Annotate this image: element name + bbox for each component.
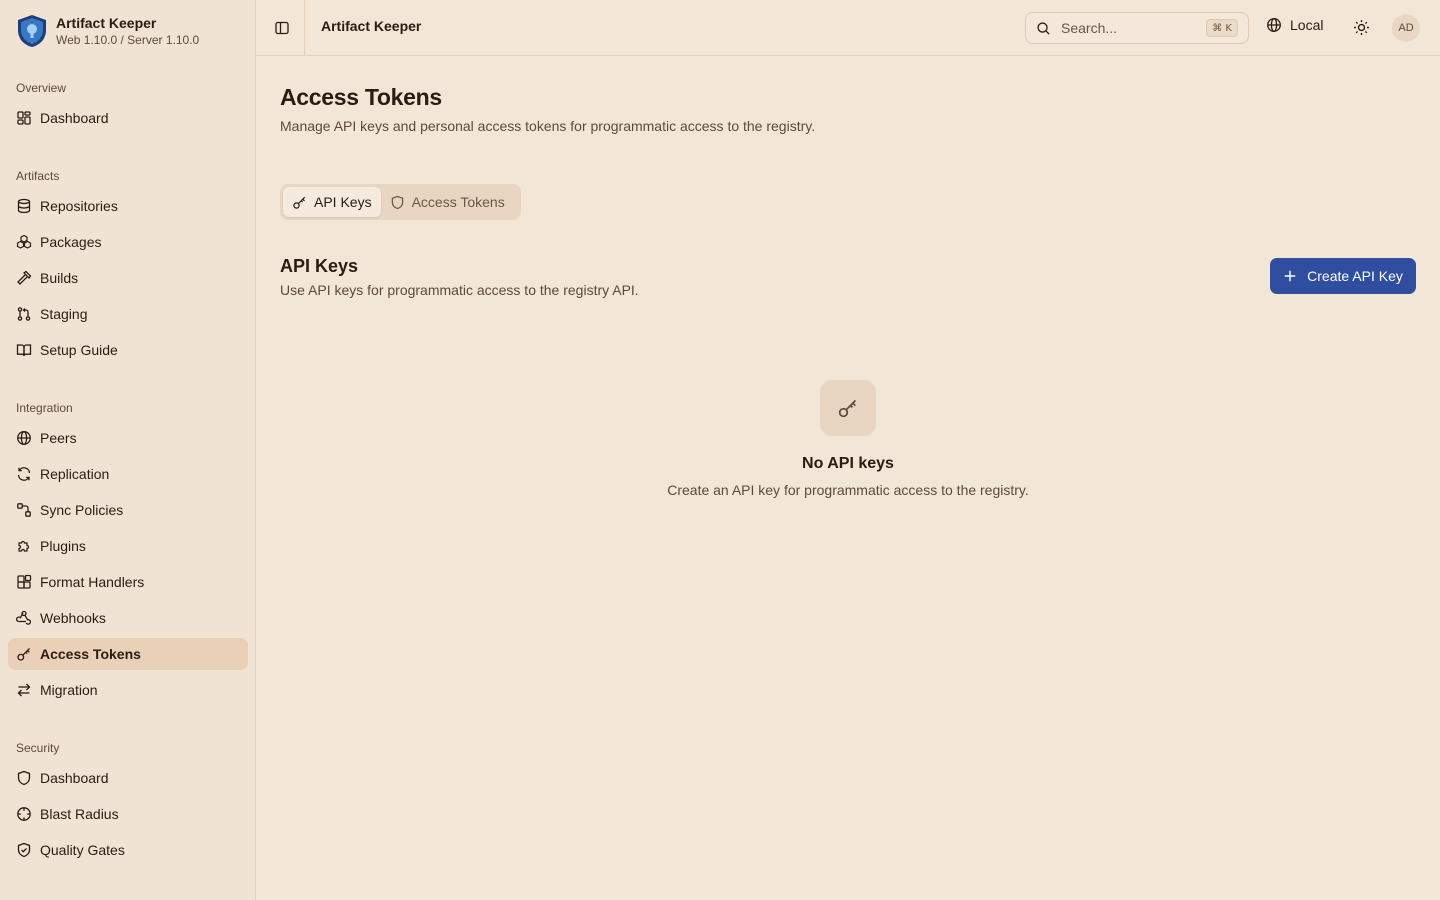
search-placeholder: Search... bbox=[1061, 20, 1118, 36]
sidebar-item-label: Staging bbox=[40, 306, 88, 322]
shield-icon bbox=[16, 770, 32, 786]
tab-list: API Keys Access Tokens bbox=[280, 184, 521, 220]
nav-heading: Artifacts bbox=[16, 169, 60, 183]
search-icon bbox=[1036, 21, 1051, 36]
sidebar-item-label: Plugins bbox=[40, 538, 86, 554]
shield-logo-icon bbox=[18, 15, 46, 47]
database-icon bbox=[16, 198, 32, 214]
nav-heading: Overview bbox=[16, 81, 67, 95]
nav-section-integration: Integration Peers Replication Sync Polic… bbox=[8, 398, 248, 706]
sidebar-item-builds[interactable]: Builds bbox=[8, 262, 248, 294]
sidebar-item-label: Repositories bbox=[40, 198, 118, 214]
create-api-key-label: Create API Key bbox=[1307, 268, 1403, 284]
brand-name: Artifact Keeper bbox=[56, 14, 157, 31]
section-description: Use API keys for programmatic access to … bbox=[280, 282, 639, 298]
sidebar-item-repositories[interactable]: Repositories bbox=[8, 190, 248, 222]
sidebar-item-dashboard[interactable]: Dashboard bbox=[8, 102, 248, 134]
topbar-title: Artifact Keeper bbox=[321, 18, 422, 34]
sidebar-item-label: Setup Guide bbox=[40, 342, 118, 358]
sidebar-item-peers[interactable]: Peers bbox=[8, 422, 248, 454]
packages-icon bbox=[16, 234, 32, 250]
avatar[interactable]: AD bbox=[1392, 14, 1420, 42]
tab-label: Access Tokens bbox=[411, 194, 505, 210]
route-icon bbox=[16, 502, 32, 518]
sidebar-item-label: Webhooks bbox=[40, 610, 106, 626]
nav-heading: Security bbox=[16, 741, 60, 755]
nav-section-security: Security Dashboard Blast Radius Quality … bbox=[8, 738, 248, 866]
tab-api-keys[interactable]: API Keys bbox=[283, 187, 381, 217]
page-title: Access Tokens bbox=[280, 84, 442, 110]
sidebar-item-plugins[interactable]: Plugins bbox=[8, 530, 248, 562]
sun-icon bbox=[1354, 20, 1369, 35]
shield-check-icon bbox=[16, 842, 32, 858]
crosshair-icon bbox=[16, 806, 32, 822]
empty-state-description: Create an API key for programmatic acces… bbox=[667, 482, 1029, 498]
sidebar-item-label: Blast Radius bbox=[40, 806, 119, 822]
sidebar-item-label: Quality Gates bbox=[40, 842, 125, 858]
page-description: Manage API keys and personal access toke… bbox=[280, 118, 816, 134]
create-api-key-button[interactable]: Create API Key bbox=[1270, 258, 1416, 294]
dashboard-icon bbox=[16, 110, 32, 126]
sidebar-item-packages[interactable]: Packages bbox=[8, 226, 248, 258]
sidebar-item-label: Dashboard bbox=[40, 770, 109, 786]
sidebar-item-label: Peers bbox=[40, 430, 77, 446]
shield-icon bbox=[391, 195, 403, 209]
tab-access-tokens[interactable]: Access Tokens bbox=[381, 187, 514, 217]
blocks-icon bbox=[16, 574, 32, 590]
search-shortcut: ⌘ K bbox=[1206, 19, 1238, 37]
locale-button[interactable]: Local bbox=[1266, 17, 1323, 33]
sidebar-item-quality-gates[interactable]: Quality Gates bbox=[8, 834, 248, 866]
search-input[interactable]: Search... ⌘ K bbox=[1025, 12, 1249, 44]
hammer-icon bbox=[16, 270, 32, 286]
theme-toggle-button[interactable] bbox=[1353, 19, 1370, 36]
brand-version: Web 1.10.0 / Server 1.10.0 bbox=[56, 32, 200, 47]
sidebar-item-label: Dashboard bbox=[40, 110, 109, 126]
tab-label: API Keys bbox=[314, 194, 372, 210]
empty-state-key-icon bbox=[820, 380, 876, 436]
nav-heading: Integration bbox=[16, 401, 73, 415]
sidebar-item-setup-guide[interactable]: Setup Guide bbox=[8, 334, 248, 366]
puzzle-icon bbox=[16, 538, 32, 554]
book-icon bbox=[16, 342, 32, 358]
sidebar-toggle-button[interactable] bbox=[270, 16, 294, 40]
sidebar-item-security-dashboard[interactable]: Dashboard bbox=[8, 762, 248, 794]
nav-section-overview: Overview Dashboard bbox=[8, 78, 248, 134]
key-icon bbox=[293, 196, 306, 209]
topbar-divider bbox=[304, 0, 305, 56]
plus-icon bbox=[1284, 270, 1296, 282]
panel-left-icon bbox=[275, 21, 289, 35]
topbar: Artifact Keeper Search... ⌘ K Local AD bbox=[256, 0, 1440, 56]
key-icon bbox=[16, 646, 32, 662]
sidebar-item-staging[interactable]: Staging bbox=[8, 298, 248, 330]
sidebar-item-blast-radius[interactable]: Blast Radius bbox=[8, 798, 248, 830]
brand[interactable]: Artifact Keeper Web 1.10.0 / Server 1.10… bbox=[16, 14, 199, 48]
sidebar-item-format-handlers[interactable]: Format Handlers bbox=[8, 566, 248, 598]
sidebar-item-access-tokens[interactable]: Access Tokens bbox=[8, 638, 248, 670]
sidebar-item-label: Access Tokens bbox=[40, 646, 141, 662]
sidebar-item-label: Migration bbox=[40, 682, 98, 698]
sidebar-item-sync-policies[interactable]: Sync Policies bbox=[8, 494, 248, 526]
sidebar: Artifact Keeper Web 1.10.0 / Server 1.10… bbox=[0, 0, 256, 900]
webhook-icon bbox=[16, 610, 32, 626]
sidebar-item-migration[interactable]: Migration bbox=[8, 674, 248, 706]
section-title: API Keys bbox=[280, 256, 359, 276]
globe-icon bbox=[1267, 18, 1281, 32]
locale-label: Local bbox=[1290, 17, 1324, 33]
sidebar-item-label: Packages bbox=[40, 234, 102, 250]
sidebar-item-label: Builds bbox=[40, 270, 79, 286]
arrows-swap-icon bbox=[16, 682, 32, 698]
sidebar-item-label: Format Handlers bbox=[40, 574, 145, 590]
nav-section-artifacts: Artifacts Repositories Packages Builds S… bbox=[8, 166, 248, 366]
empty-state-title: No API keys bbox=[802, 455, 894, 472]
git-pull-request-icon bbox=[16, 306, 32, 322]
sidebar-item-webhooks[interactable]: Webhooks bbox=[8, 602, 248, 634]
globe-icon bbox=[16, 430, 32, 446]
sidebar-item-label: Sync Policies bbox=[40, 502, 124, 518]
